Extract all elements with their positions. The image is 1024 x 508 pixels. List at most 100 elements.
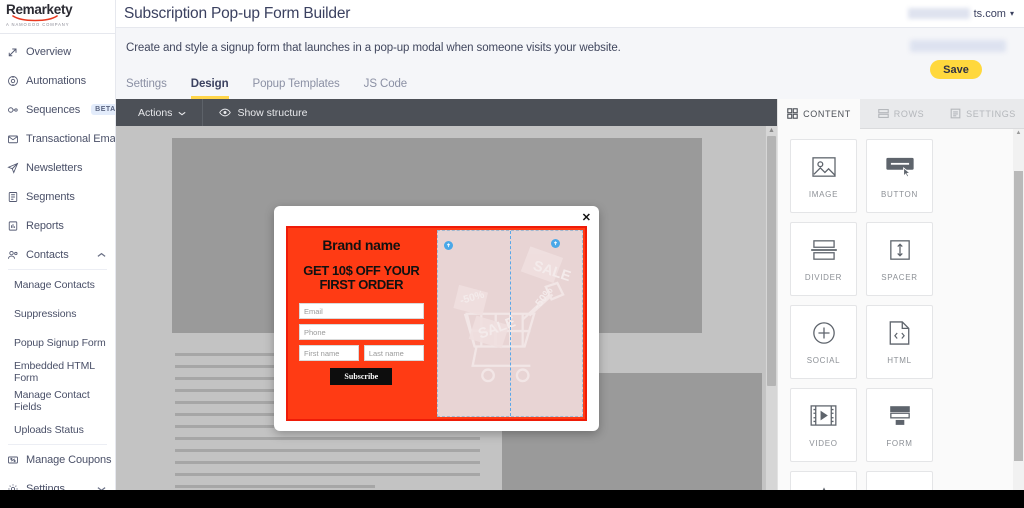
- tab-settings[interactable]: Settings: [126, 78, 167, 99]
- panel-scrollbar-thumb[interactable]: [1014, 171, 1023, 461]
- sidebar-subitem-popup-signup-form[interactable]: Popup Signup Form: [0, 328, 115, 357]
- editor-canvas-area: Actions Show structure ✕ Brand name GET …: [116, 99, 777, 508]
- email-field[interactable]: Email: [299, 303, 424, 319]
- sidebar-subitem-uploads-status[interactable]: Uploads Status: [0, 415, 115, 444]
- design-canvas[interactable]: ✕ Brand name GET 10$ OFF YOUR FIRST ORDE…: [116, 126, 777, 508]
- popup-image-column[interactable]: SALE -50% SALE -50%: [436, 230, 583, 417]
- sidebar-subitem-suppressions[interactable]: Suppressions: [0, 299, 115, 328]
- save-area: Save: [900, 28, 1012, 79]
- video-icon: [810, 403, 837, 429]
- save-button[interactable]: Save: [930, 60, 982, 79]
- canvas-scrollbar[interactable]: ▲: [765, 126, 777, 508]
- scroll-up-icon[interactable]: ▲: [1013, 129, 1024, 138]
- sidebar-item-newsletters[interactable]: Newsletters: [0, 153, 115, 182]
- sidebar-subitem-manage-contact-fields[interactable]: Manage Contact Fields: [0, 386, 115, 415]
- actions-dropdown[interactable]: Actions: [138, 107, 202, 119]
- anchor-handle-right[interactable]: [551, 239, 560, 248]
- sidebar-item-label: Manage Coupons: [26, 453, 112, 466]
- tile-image[interactable]: IMAGE: [790, 139, 857, 213]
- sequences-icon: [6, 104, 19, 116]
- tile-label: HTML: [887, 355, 912, 365]
- sidebar-item-sequences[interactable]: Sequences BETA: [0, 95, 115, 124]
- popup-brand-name: Brand name: [322, 237, 401, 253]
- tile-html[interactable]: HTML: [866, 305, 933, 379]
- actions-label: Actions: [138, 106, 173, 119]
- logo-swoosh-icon: [12, 15, 62, 22]
- panel-scrollbar[interactable]: ▲: [1013, 129, 1024, 508]
- editor-toolbar: Actions Show structure: [116, 99, 777, 126]
- last-name-field[interactable]: Last name: [363, 345, 424, 361]
- panel-tab-label: CONTENT: [803, 108, 851, 119]
- tile-label: FORM: [886, 438, 913, 448]
- tab-popup-templates[interactable]: Popup Templates: [253, 78, 340, 99]
- bottom-bar: [0, 490, 1024, 508]
- popup-fields: Email Phone First name Last name Subscri…: [299, 303, 424, 385]
- status-badge-beta: BETA: [91, 104, 115, 115]
- sidebar-item-label: Transactional Emails: [26, 132, 116, 145]
- sidebar-item-label: Overview: [26, 45, 72, 58]
- tab-content[interactable]: CONTENT: [778, 99, 860, 129]
- sidebar-item-label: Newsletters: [26, 161, 83, 174]
- account-menu[interactable]: ts.com ▾: [907, 8, 1014, 20]
- popup-modal[interactable]: ✕ Brand name GET 10$ OFF YOUR FIRST ORDE…: [274, 206, 599, 431]
- sidebar-item-contacts[interactable]: Contacts: [0, 240, 115, 269]
- tile-label: IMAGE: [808, 189, 839, 199]
- sidebar-item-segments[interactable]: Segments: [0, 182, 115, 211]
- button-icon: [885, 154, 914, 180]
- content-panel: CONTENT ROWS SETTINGS IMAGE BUTTON DIVID…: [777, 99, 1024, 508]
- html-icon: [889, 320, 910, 346]
- panel-tab-bar: CONTENT ROWS SETTINGS: [778, 99, 1024, 129]
- show-structure-label: Show structure: [237, 106, 308, 119]
- segments-icon: [6, 191, 19, 203]
- tile-divider[interactable]: DIVIDER: [790, 222, 857, 296]
- sidebar: Remarkety A NAMOGOO COMPANY Overview Aut…: [0, 0, 116, 508]
- chevron-up-icon: [97, 252, 106, 258]
- first-name-field[interactable]: First name: [299, 345, 359, 361]
- spacer-icon: [888, 237, 912, 263]
- scroll-up-icon[interactable]: ▲: [766, 126, 777, 136]
- sidebar-item-label: Reports: [26, 219, 64, 232]
- sidebar-item-overview[interactable]: Overview: [0, 37, 115, 66]
- sidebar-nav: Overview Automations Sequences BETA Tran…: [0, 34, 115, 503]
- tile-label: DIVIDER: [804, 272, 843, 282]
- tab-settings[interactable]: SETTINGS: [942, 99, 1024, 129]
- subscribe-button[interactable]: Subscribe: [330, 368, 393, 385]
- tile-social[interactable]: SOCIAL: [790, 305, 857, 379]
- tab-rows[interactable]: ROWS: [860, 99, 942, 129]
- tile-spacer[interactable]: SPACER: [866, 222, 933, 296]
- tile-video[interactable]: VIDEO: [790, 388, 857, 462]
- page-description: Create and style a signup form that laun…: [126, 42, 621, 54]
- logo[interactable]: Remarkety A NAMOGOO COMPANY: [0, 0, 115, 28]
- tile-form[interactable]: FORM: [866, 388, 933, 462]
- transactional-emails-icon: [6, 133, 19, 145]
- grid-icon: [787, 108, 798, 119]
- newsletter-icon: [6, 162, 19, 174]
- tab-js-code[interactable]: JS Code: [364, 78, 408, 99]
- canvas-scrollbar-thumb[interactable]: [767, 136, 776, 386]
- sidebar-item-automations[interactable]: Automations: [0, 66, 115, 95]
- automations-icon: [6, 75, 19, 87]
- close-icon[interactable]: ✕: [582, 213, 591, 224]
- sidebar-subitem-manage-contacts[interactable]: Manage Contacts: [0, 270, 115, 299]
- eye-icon: [219, 108, 232, 117]
- tile-button[interactable]: BUTTON: [866, 139, 933, 213]
- anchor-handle-left[interactable]: [443, 241, 453, 250]
- tab-design[interactable]: Design: [190, 78, 229, 99]
- content-tiles-grid: IMAGE BUTTON DIVIDER SPACER SOCIAL HTML …: [778, 129, 1024, 508]
- sidebar-item-transactional-emails[interactable]: Transactional Emails: [0, 124, 115, 153]
- main-area: Subscription Pop-up Form Builder ts.com …: [116, 0, 1024, 508]
- divider-icon: [810, 237, 837, 263]
- name-fields-row: First name Last name: [299, 345, 424, 361]
- phone-field[interactable]: Phone: [299, 324, 424, 340]
- tile-label: VIDEO: [809, 438, 838, 448]
- chevron-down-icon: [178, 107, 186, 119]
- sidebar-item-reports[interactable]: Reports: [0, 211, 115, 240]
- sidebar-item-manage-coupons[interactable]: Manage Coupons: [0, 445, 115, 474]
- tab-bar: Settings Design Popup Templates JS Code: [126, 78, 407, 99]
- show-structure-toggle[interactable]: Show structure: [203, 107, 307, 119]
- popup-form-column: Brand name GET 10$ OFF YOUR FIRST ORDER …: [288, 228, 435, 419]
- coupon-icon: [6, 454, 19, 466]
- tile-label: SOCIAL: [806, 355, 841, 365]
- social-icon: [812, 320, 836, 346]
- sidebar-subitem-embedded-html-form[interactable]: Embedded HTML Form: [0, 357, 115, 386]
